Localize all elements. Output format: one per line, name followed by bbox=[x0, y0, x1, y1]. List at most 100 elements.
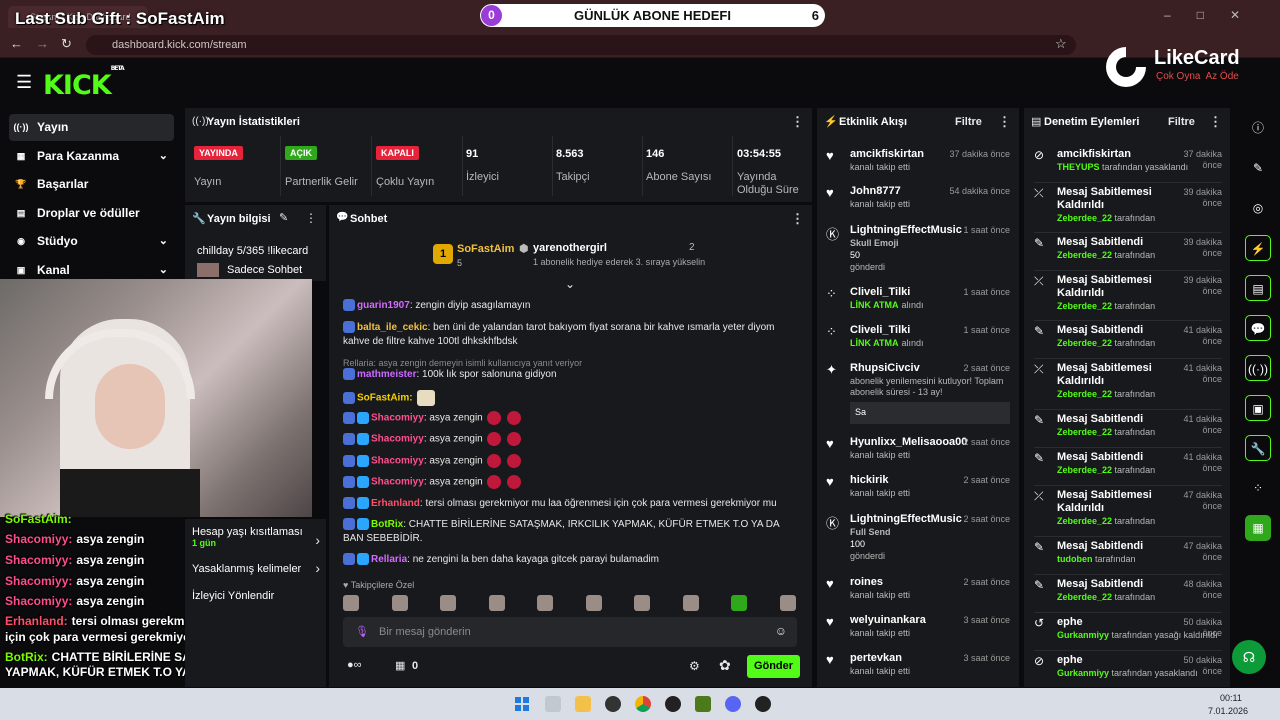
emote-icon[interactable] bbox=[731, 595, 747, 611]
chat-menu-icon[interactable]: ⋮ bbox=[791, 211, 804, 227]
camera-icon[interactable]: ◎ bbox=[1245, 195, 1271, 221]
nvidia-icon[interactable] bbox=[695, 696, 711, 712]
sidebar-item-3[interactable]: ▤ Droplar ve ödüller bbox=[9, 200, 174, 227]
activity-username[interactable]: Cliveli_Tilki bbox=[850, 286, 910, 298]
chat-username[interactable]: Shacomiyy bbox=[371, 413, 424, 424]
app-icon[interactable] bbox=[605, 696, 621, 712]
emote-icon[interactable] bbox=[537, 595, 553, 611]
layout-icon[interactable]: ▣ bbox=[1245, 395, 1271, 421]
moderation-moderator[interactable]: tudoben bbox=[1057, 554, 1093, 564]
chat-username[interactable]: Shacomiyy bbox=[371, 456, 424, 467]
kick-logo[interactable]: KICKBETA bbox=[43, 65, 125, 101]
forward-icon[interactable]: → bbox=[36, 36, 49, 51]
moderation-moderator[interactable]: Gurkanmiyy bbox=[1057, 630, 1109, 640]
moderation-menu-icon[interactable]: ⋮ bbox=[1209, 114, 1222, 130]
mic-icon[interactable]: 🎙 bbox=[355, 625, 369, 638]
gift-icon[interactable]: ✿ bbox=[719, 657, 731, 674]
activity-username[interactable]: roines bbox=[850, 576, 883, 588]
moderation-moderator[interactable]: Zeberdee_22 bbox=[1057, 389, 1112, 399]
banned-words[interactable]: Yasaklanmış kelimeler › bbox=[192, 560, 320, 576]
sidebar-item-1[interactable]: ▦ Para Kazanma ⌄ bbox=[9, 143, 174, 170]
wrench-icon[interactable]: 🔧 bbox=[1245, 435, 1271, 461]
chat-username[interactable]: BotRix bbox=[371, 519, 403, 530]
moderation-moderator[interactable]: Zeberdee_22 bbox=[1057, 465, 1112, 475]
settings-gear-icon[interactable]: ⚙ bbox=[689, 659, 700, 673]
viewer-redirect[interactable]: İzleyici Yönlendir bbox=[192, 590, 320, 602]
activity-filter-button[interactable]: Filtre bbox=[955, 116, 982, 128]
start-icon[interactable] bbox=[515, 697, 529, 711]
activity-username[interactable]: LightningEffectMusic bbox=[850, 513, 962, 525]
activity-username[interactable]: pertevkan bbox=[850, 652, 902, 664]
emote-icon[interactable] bbox=[779, 595, 796, 611]
chat-username[interactable]: balta_ile_cekic bbox=[357, 322, 428, 333]
bookmark-star-icon[interactable]: ☆ bbox=[1055, 36, 1067, 52]
sidebar-item-2[interactable]: 🏆 Başarılar bbox=[9, 171, 174, 198]
activity-username[interactable]: Cliveli_Tilki bbox=[850, 324, 910, 336]
sidebar-item-0[interactable]: ((·)) Yayın bbox=[9, 114, 174, 141]
chrome-icon[interactable] bbox=[635, 696, 651, 712]
activity-username[interactable]: Hyunlixx_Melisaooa00 bbox=[850, 436, 967, 448]
activity-username[interactable]: LightningEffectMusic bbox=[850, 224, 962, 236]
chat-username[interactable]: Erhanland bbox=[371, 498, 420, 509]
emoji-icon[interactable]: ☺ bbox=[775, 624, 787, 638]
chat-username[interactable]: mathmeister bbox=[357, 369, 416, 380]
account-age-restriction[interactable]: Hesap yaşı kısıtlaması 1 gün › bbox=[192, 526, 320, 548]
chat-bubble-icon[interactable]: 💬 bbox=[1245, 315, 1271, 341]
chat-username[interactable]: Shacomiyy bbox=[371, 434, 424, 445]
bolt-icon[interactable]: ⚡ bbox=[1245, 235, 1271, 261]
chat-username[interactable]: SoFastAim: bbox=[357, 393, 413, 404]
moderation-moderator[interactable]: Zeberdee_22 bbox=[1057, 592, 1112, 602]
send-button[interactable]: Gönder bbox=[747, 655, 800, 678]
chat-username[interactable]: Rellaria bbox=[371, 554, 407, 565]
store-icon[interactable]: ▦ bbox=[395, 659, 405, 672]
moderation-moderator[interactable]: Zeberdee_22 bbox=[1057, 213, 1112, 223]
window-controls[interactable]: –□✕ bbox=[1164, 8, 1266, 22]
expand-chevron-icon[interactable]: ⌄ bbox=[565, 277, 575, 291]
activity-username[interactable]: hickirik bbox=[850, 474, 889, 486]
activity-username[interactable]: welyuinankara bbox=[850, 614, 926, 626]
broadcast-icon[interactable]: ((·)) bbox=[1245, 355, 1271, 381]
edit-pencil-icon[interactable]: ✎ bbox=[279, 211, 288, 224]
emote-icon[interactable] bbox=[585, 595, 602, 611]
dots-icon[interactable]: ⁘ bbox=[1245, 475, 1271, 501]
moderation-moderator[interactable]: THEYUPS bbox=[1057, 162, 1100, 172]
chevron-down-icon[interactable]: ⌄ bbox=[159, 228, 168, 255]
chat-username[interactable]: Shacomiyy bbox=[371, 477, 424, 488]
moderation-moderator[interactable]: Zeberdee_22 bbox=[1057, 338, 1112, 348]
activity-username[interactable]: amcikfiskirtan bbox=[850, 148, 924, 160]
emote-icon[interactable] bbox=[682, 595, 699, 611]
document-icon[interactable]: ▤ bbox=[1245, 275, 1271, 301]
points-icon[interactable]: ●∞ bbox=[347, 659, 362, 671]
info-icon[interactable]: ⓘ bbox=[1245, 115, 1271, 141]
moderation-moderator[interactable]: Zeberdee_22 bbox=[1057, 427, 1112, 437]
moderation-moderator[interactable]: Zeberdee_22 bbox=[1057, 301, 1112, 311]
moderation-moderator[interactable]: Gurkanmiyy bbox=[1057, 668, 1109, 678]
chat-input[interactable]: 🎙 Bir mesaj gönderin ☺ bbox=[343, 617, 797, 647]
stream-info-menu-icon[interactable]: ⋮ bbox=[305, 211, 317, 225]
moderation-moderator[interactable]: Zeberdee_22 bbox=[1057, 516, 1112, 526]
activity-username[interactable]: RhupsiCivciv bbox=[850, 362, 920, 374]
g-app-icon-2[interactable] bbox=[755, 696, 771, 712]
activity-menu-icon[interactable]: ⋮ bbox=[998, 114, 1011, 130]
activity-username[interactable]: John8777 bbox=[850, 185, 901, 197]
emote-icon[interactable] bbox=[391, 595, 408, 611]
edit-icon[interactable]: ✎ bbox=[1245, 155, 1271, 181]
support-chat-button[interactable]: ☊ bbox=[1232, 640, 1266, 674]
emote-icon[interactable] bbox=[488, 595, 505, 611]
green-app-icon[interactable]: ▦ bbox=[1245, 515, 1271, 541]
stats-menu-icon[interactable]: ⋮ bbox=[791, 114, 804, 130]
back-icon[interactable]: ← bbox=[10, 36, 23, 51]
moderation-filter-button[interactable]: Filtre bbox=[1168, 116, 1195, 128]
g-app-icon[interactable] bbox=[665, 696, 681, 712]
moderation-moderator[interactable]: Zeberdee_22 bbox=[1057, 250, 1112, 260]
url-input[interactable]: dashboard.kick.com/stream bbox=[86, 35, 1076, 55]
emote-icon[interactable] bbox=[634, 595, 650, 611]
file-explorer-icon[interactable] bbox=[575, 696, 591, 712]
taskbar-search-icon[interactable] bbox=[545, 696, 561, 712]
emote-icon[interactable] bbox=[343, 595, 359, 611]
chat-username[interactable]: guarin1907 bbox=[357, 300, 410, 311]
emote-icon[interactable] bbox=[440, 595, 456, 611]
chevron-down-icon[interactable]: ⌄ bbox=[159, 143, 168, 170]
menu-icon[interactable]: ☰ bbox=[16, 72, 32, 93]
sidebar-item-4[interactable]: ◉ Stüdyo ⌄ bbox=[9, 228, 174, 255]
